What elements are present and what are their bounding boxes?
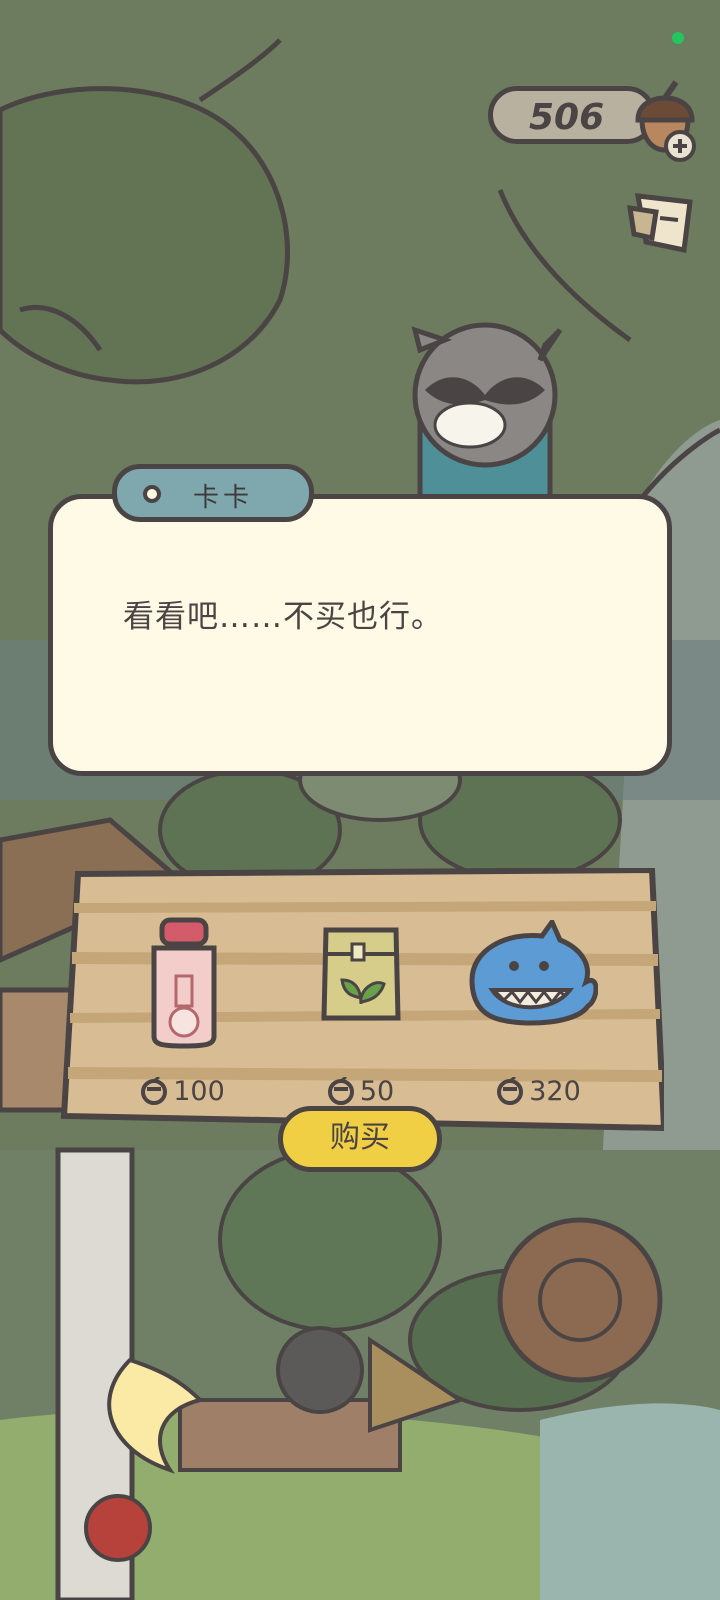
price-value: 320 xyxy=(529,1076,581,1107)
cup-icon[interactable] xyxy=(620,180,700,260)
price-value: 100 xyxy=(173,1076,225,1107)
shop-item[interactable]: 50 xyxy=(286,880,436,1107)
speaker-nametag: 卡卡 xyxy=(112,464,314,522)
bottle-icon xyxy=(151,917,217,1049)
item-price: 50 xyxy=(286,1076,436,1107)
shop-item[interactable]: 320 xyxy=(464,880,614,1107)
shark-hat-icon xyxy=(469,920,598,1026)
nametag-dot-icon xyxy=(143,485,161,503)
shop-item[interactable]: 100 xyxy=(108,880,258,1107)
dialog-text: 看看吧……不买也行。 xyxy=(123,599,443,635)
item-price: 100 xyxy=(108,1076,258,1107)
raccoon-character xyxy=(411,322,563,503)
price-value: 50 xyxy=(359,1076,395,1107)
acorn-icon xyxy=(141,1077,168,1105)
acorn-count: 506 xyxy=(529,97,605,138)
buy-button[interactable]: 购买 xyxy=(278,1106,442,1172)
game-background xyxy=(0,0,720,1600)
acorn-icon xyxy=(497,1077,524,1105)
acorn-icon xyxy=(327,1077,354,1105)
status-indicator-dot xyxy=(672,32,684,44)
speaker-name: 卡卡 xyxy=(193,483,254,513)
dialog-box[interactable]: 看看吧……不买也行。 xyxy=(48,494,672,776)
acorn-plus-icon[interactable] xyxy=(628,78,702,164)
item-price: 320 xyxy=(464,1076,614,1107)
seed-bag-icon xyxy=(321,927,401,1021)
